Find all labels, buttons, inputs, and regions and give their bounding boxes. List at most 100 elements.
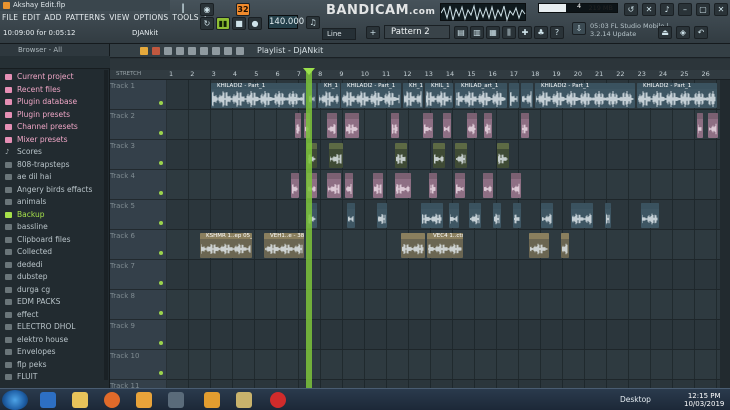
loop-icon[interactable]: ↻ <box>200 17 214 30</box>
audio-clip[interactable] <box>433 143 445 168</box>
audio-clip[interactable]: VEC4 1..cts 11 <box>427 233 463 258</box>
track-lane[interactable]: KHILADI2 - Part_1 KH_1 KHILADI2 - Part_1 KH… <box>167 80 720 110</box>
track-header[interactable]: Track 1 <box>110 80 166 110</box>
browser-item[interactable]: Channel presets <box>0 121 104 134</box>
app-icon-1[interactable] <box>168 392 184 408</box>
audio-clip[interactable] <box>641 203 659 228</box>
browser-item[interactable]: Clipboard files <box>0 234 104 247</box>
audio-clip[interactable]: KHILADI2 - Part_1 <box>637 83 717 108</box>
audio-clip[interactable] <box>509 83 519 108</box>
audio-clip[interactable] <box>391 113 399 138</box>
track-lane[interactable]: _ps <box>167 200 720 230</box>
audio-clip[interactable] <box>513 203 521 228</box>
track-header[interactable]: Track 8 <box>110 290 166 320</box>
browser-item[interactable]: Plugin database <box>0 96 104 109</box>
track-mute-led-icon[interactable] <box>159 341 163 345</box>
audio-clip[interactable] <box>708 113 718 138</box>
audio-clip[interactable] <box>541 203 553 228</box>
browser-item[interactable]: ELECTRO DHOL <box>0 321 104 334</box>
audio-clip[interactable] <box>401 233 425 258</box>
menu-edit[interactable]: EDIT <box>22 13 40 25</box>
audio-clip[interactable] <box>345 173 353 198</box>
select-tool-icon[interactable] <box>212 47 220 55</box>
browser-item[interactable]: Mixer presets <box>0 134 104 147</box>
audio-clip[interactable] <box>373 173 383 198</box>
track-header[interactable]: Track 6 <box>110 230 166 260</box>
browser-item[interactable]: durga cg <box>0 284 104 297</box>
playhead-marker-icon[interactable] <box>303 68 315 75</box>
firefox-icon[interactable] <box>104 392 120 408</box>
track-mute-led-icon[interactable] <box>159 251 163 255</box>
wrench-icon[interactable]: ✕ <box>642 3 656 16</box>
browser-item[interactable]: flp peks <box>0 359 104 372</box>
track-mute-led-icon[interactable] <box>159 101 163 105</box>
playhead[interactable] <box>306 70 312 388</box>
menu-add[interactable]: ADD <box>44 13 61 25</box>
audio-clip[interactable] <box>443 113 451 138</box>
audio-clip[interactable] <box>329 143 343 168</box>
playlist-overview-bar[interactable] <box>110 59 730 70</box>
browser-item[interactable]: animals <box>0 196 104 209</box>
audio-clip[interactable] <box>421 203 443 228</box>
pattern-selector[interactable]: Pattern 2 <box>384 25 450 39</box>
track-header[interactable]: Track 4 <box>110 170 166 200</box>
browser-toggle-icon[interactable]: ♣ <box>534 26 548 39</box>
audio-clip[interactable] <box>347 203 355 228</box>
audio-clip[interactable] <box>497 143 509 168</box>
paint-tool-icon[interactable] <box>152 47 160 55</box>
track-header[interactable]: Track 9 <box>110 320 166 350</box>
audio-clip[interactable] <box>571 203 593 228</box>
browser-item[interactable]: Plugin presets <box>0 109 104 122</box>
play-button[interactable]: ▮▮ <box>216 17 230 30</box>
audio-clip[interactable] <box>521 113 529 138</box>
track-header[interactable]: Track 2 <box>110 110 166 140</box>
audio-clip[interactable] <box>395 173 411 198</box>
audio-clip[interactable] <box>697 113 703 138</box>
zoom-tool-icon[interactable] <box>224 47 232 55</box>
delete-tool-icon[interactable] <box>164 47 172 55</box>
track-header[interactable]: Track 7 <box>110 260 166 290</box>
track-lane[interactable] <box>167 260 720 290</box>
audio-clip[interactable]: KSHMR 1..ep 05_2 <box>200 233 252 258</box>
timeline-ruler[interactable]: STRETCH 1 2 3 4 5 6 7 8 9 10 11 12 13 14 15 16 17 18 19 20 2… <box>110 70 730 80</box>
mute-tool-icon[interactable] <box>176 47 184 55</box>
audio-clip[interactable]: VEH1..e - 38 <box>264 233 304 258</box>
track-header[interactable]: Track 10 <box>110 350 166 380</box>
close-icon[interactable]: ✕ <box>714 3 728 16</box>
playlist-scrollbar[interactable] <box>720 80 730 388</box>
track-mute-led-icon[interactable] <box>159 161 163 165</box>
master-volume-knob[interactable]: ┃ <box>176 3 190 16</box>
browser-item[interactable]: EDM PACKS <box>0 296 104 309</box>
audio-clip[interactable]: KHIL_1 <box>425 83 453 108</box>
audio-clip[interactable]: KH_1 <box>318 83 340 108</box>
browser-item[interactable]: 808-trapsteps <box>0 159 104 172</box>
audio-clip[interactable]: _ps <box>605 203 611 228</box>
plugin-picker-icon[interactable]: ✚ <box>518 26 532 39</box>
menu-patterns[interactable]: PATTERNS <box>66 13 106 25</box>
audio-clip[interactable] <box>511 173 521 198</box>
audio-clip[interactable] <box>377 203 387 228</box>
browser-item[interactable]: dubstep <box>0 271 104 284</box>
audio-clip[interactable] <box>429 173 437 198</box>
track-mute-led-icon[interactable] <box>159 221 163 225</box>
undo-icon[interactable]: ↶ <box>694 26 708 39</box>
piano-roll-icon[interactable]: ▥ <box>470 26 484 39</box>
browser-item[interactable]: ♪ Scores <box>0 146 104 159</box>
maximize-icon[interactable]: ▢ <box>696 3 710 16</box>
browser-item[interactable]: FLUIT <box>0 371 104 384</box>
audio-clip[interactable] <box>395 143 407 168</box>
audio-clip[interactable] <box>295 113 301 138</box>
audio-clip[interactable] <box>561 233 569 258</box>
fl-studio-taskbar-icon[interactable] <box>204 392 220 408</box>
browser-item[interactable]: dededi <box>0 259 104 272</box>
slip-tool-icon[interactable] <box>188 47 196 55</box>
stop-button[interactable]: ■ <box>232 17 246 30</box>
browser-item[interactable]: effect <box>0 309 104 322</box>
menu-file[interactable]: FILE <box>2 13 18 25</box>
browser-item[interactable]: bassline <box>0 221 104 234</box>
track-header[interactable]: Track 3 <box>110 140 166 170</box>
minimize-icon[interactable]: – <box>678 3 692 16</box>
audio-clip[interactable] <box>345 113 359 138</box>
track-lane[interactable] <box>167 290 720 320</box>
audio-clip[interactable] <box>483 173 493 198</box>
